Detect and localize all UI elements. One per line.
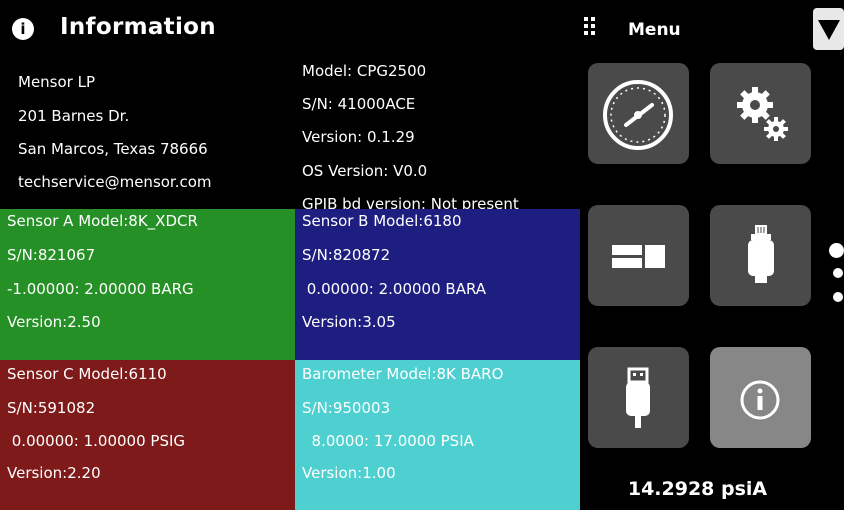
company-city: San Marcos, Texas 78666 xyxy=(18,140,208,158)
sensor-model: Sensor A Model:8K_XDCR xyxy=(7,212,198,230)
sensor-b-panel: Sensor B Model:6180 S/N:820872 0.00000: … xyxy=(295,209,580,360)
info-icon xyxy=(740,380,780,420)
sensor-version: Version:2.50 xyxy=(7,313,101,331)
barometer-panel: Barometer Model:8K BARO S/N:950003 8.000… xyxy=(295,360,580,510)
company-name: Mensor LP xyxy=(18,73,96,91)
sensor-range: 8.0000: 17.0000 PSIA xyxy=(302,432,474,450)
gauge-icon xyxy=(603,80,673,150)
company-street: 201 Barnes Dr. xyxy=(18,107,130,125)
info-icon: i xyxy=(12,18,34,40)
display-layout-icon xyxy=(612,245,665,268)
grip-icon xyxy=(584,17,596,35)
sensor-range: 0.00000: 1.00000 PSIG xyxy=(7,432,186,450)
page-title: Information xyxy=(60,14,216,40)
sensor-c-panel: Sensor C Model:6110 S/N:591082 0.00000: … xyxy=(0,360,295,510)
page-dot-active[interactable] xyxy=(829,243,844,258)
settings-tile-button[interactable] xyxy=(710,63,811,164)
dropdown-arrow-icon xyxy=(818,20,840,40)
device-model: Model: CPG2500 xyxy=(302,62,427,80)
usb-tile-button[interactable] xyxy=(588,347,689,448)
sensor-version: Version:2.20 xyxy=(7,464,101,482)
menu-dropdown-button[interactable] xyxy=(813,8,844,50)
sensor-a-panel: Sensor A Model:8K_XDCR S/N:821067 -1.000… xyxy=(0,209,295,360)
sensor-version: Version:3.05 xyxy=(302,313,396,331)
sensor-range: 0.00000: 2.00000 BARA xyxy=(302,280,487,298)
menu-label: Menu xyxy=(628,20,681,40)
usb-icon xyxy=(626,367,650,428)
sensor-version: Version:1.00 xyxy=(302,464,396,482)
device-serial: S/N: 41000ACE xyxy=(302,95,416,113)
sensor-serial: S/N:820872 xyxy=(302,246,391,264)
device-version: Version: 0.1.29 xyxy=(302,128,415,146)
sensor-model: Sensor C Model:6110 xyxy=(7,365,167,383)
sensor-model: Barometer Model:8K BARO xyxy=(302,365,504,383)
company-email: techservice@mensor.com xyxy=(18,173,212,191)
sensor-transducer-icon xyxy=(748,225,774,283)
title-bar: i Information xyxy=(0,0,580,58)
sensor-model: Sensor B Model:6180 xyxy=(302,212,462,230)
sensor-serial: S/N:591082 xyxy=(7,399,96,417)
os-version: OS Version: V0.0 xyxy=(302,162,428,180)
sensor-serial: S/N:821067 xyxy=(7,246,96,264)
display-layout-tile-button[interactable] xyxy=(588,205,689,306)
settings-gears-icon xyxy=(737,87,788,141)
sensor-serial: S/N:950003 xyxy=(302,399,391,417)
information-tile-button[interactable] xyxy=(710,347,811,448)
sensor-tile-button[interactable] xyxy=(710,205,811,306)
gauge-tile-button[interactable] xyxy=(588,63,689,164)
page-dot[interactable] xyxy=(833,268,843,278)
pressure-reading: 14.2928 psiA xyxy=(627,478,768,500)
sensor-range: -1.00000: 2.00000 BARG xyxy=(7,280,194,298)
page-dot[interactable] xyxy=(833,292,843,302)
